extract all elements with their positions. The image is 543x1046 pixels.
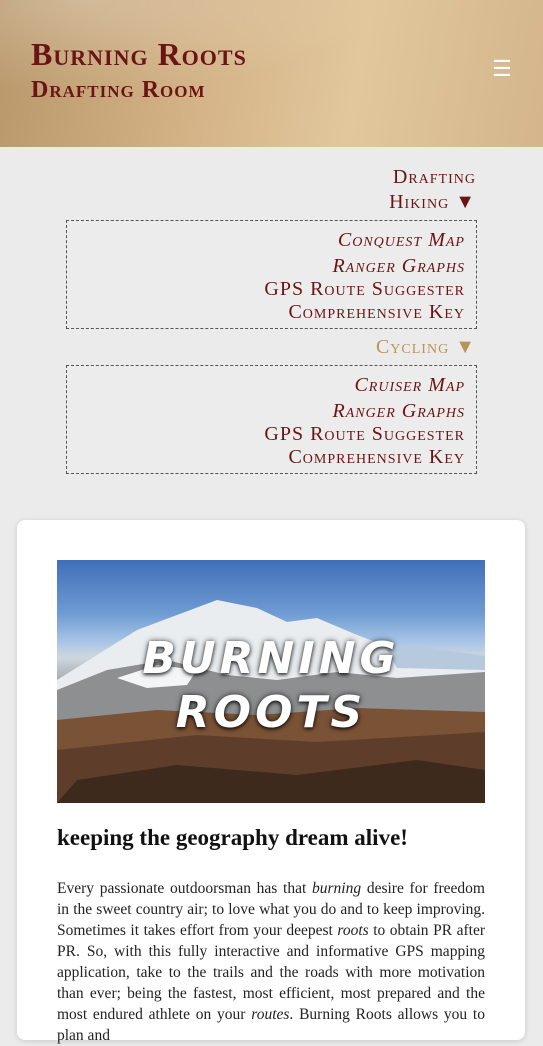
hero-banner: Burning Roots <box>57 560 485 803</box>
nav-cycling-toggle[interactable]: Cycling ▼ <box>376 335 476 359</box>
submenu-item-gps-route-suggester[interactable]: GPS Route Suggester <box>264 277 465 301</box>
submenu-item-comprehensive-key[interactable]: Comprehensive Key <box>288 300 465 324</box>
hamburger-menu-icon[interactable]: ☰ <box>491 57 513 81</box>
site-header: Burning Roots Drafting Room ☰ <box>0 0 543 147</box>
submenu-item-comprehensive-key[interactable]: Comprehensive Key <box>288 445 465 469</box>
article-headline: keeping the geography dream alive! <box>57 825 408 850</box>
submenu-item-ranger-graphs[interactable]: Ranger Graphs <box>332 399 465 423</box>
submenu-item-cruiser-map[interactable]: Cruiser Map <box>354 373 465 397</box>
main-nav: Drafting Hiking ▼ Conquest Map Ranger Gr… <box>0 147 543 500</box>
hero-title: Burning Roots <box>57 632 485 740</box>
nav-drafting[interactable]: Drafting <box>393 165 476 189</box>
hiking-submenu: Conquest Map Ranger Graphs GPS Route Sug… <box>66 220 477 329</box>
content-card: Burning Roots keeping the geography drea… <box>17 520 525 1044</box>
submenu-item-ranger-graphs[interactable]: Ranger Graphs <box>332 254 465 278</box>
submenu-item-gps-route-suggester[interactable]: GPS Route Suggester <box>264 422 465 446</box>
submenu-item-conquest-map[interactable]: Conquest Map <box>338 228 465 252</box>
article-paragraph: Every passionate outdoorsman has that bu… <box>57 880 485 1044</box>
cycling-submenu: Cruiser Map Ranger Graphs GPS Route Sugg… <box>66 365 477 474</box>
hero-title-line2: Roots <box>175 687 367 738</box>
site-title[interactable]: Burning Roots <box>31 34 247 74</box>
hero-title-line1: Burning <box>142 633 400 684</box>
site-subtitle: Drafting Room <box>31 77 206 103</box>
nav-hiking-toggle[interactable]: Hiking ▼ <box>389 190 476 214</box>
